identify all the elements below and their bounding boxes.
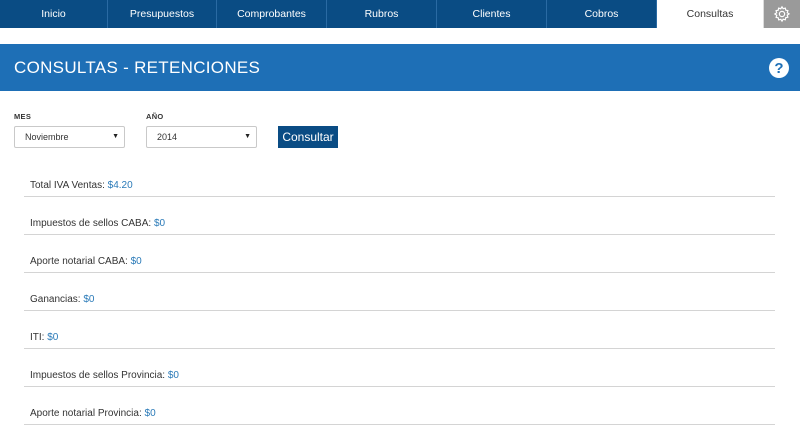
top-nav: Inicio Presupuestos Comprobantes Rubros … [0, 0, 800, 28]
result-row: Aporte notarial Provincia: $0 [24, 387, 775, 425]
tab-rubros[interactable]: Rubros [327, 0, 437, 28]
result-value: $0 [144, 408, 156, 419]
help-icon[interactable]: ? [769, 58, 789, 78]
gear-icon [773, 5, 791, 23]
mes-select-value: Noviembre [25, 132, 69, 142]
result-label: Ganancias: [30, 294, 81, 305]
result-value: $0 [153, 218, 166, 229]
result-label: Aporte notarial CABA: [30, 256, 128, 267]
dropdown-arrow-icon: ▼ [244, 133, 251, 140]
result-row: Aporte notarial CABA: $0 [24, 235, 775, 273]
result-label: Impuestos de sellos Provincia: [30, 370, 166, 381]
page-header: CONSULTAS - RETENCIONES [0, 44, 800, 91]
result-label: Total IVA Ventas: [30, 180, 105, 191]
result-value: $0 [83, 294, 95, 305]
tab-inicio[interactable]: Inicio [0, 0, 108, 28]
result-row: Total IVA Ventas: $4.20 [24, 159, 775, 197]
consultar-button[interactable]: Consultar [278, 126, 338, 148]
result-label: Impuestos de sellos CABA: [30, 218, 152, 229]
page-title: CONSULTAS - RETENCIONES [14, 58, 261, 77]
result-row: Impuestos de sellos Provincia: $0 [24, 349, 775, 387]
result-label: ITI: [30, 332, 45, 343]
result-row: Impuestos de sellos CABA: $0 [24, 197, 775, 235]
tab-consultas[interactable]: Consultas [657, 0, 764, 28]
tab-cobros[interactable]: Cobros [547, 0, 657, 28]
tab-clientes[interactable]: Clientes [437, 0, 547, 28]
anio-select-value: 2014 [157, 132, 178, 142]
tab-presupuestos[interactable]: Presupuestos [108, 0, 217, 28]
dropdown-arrow-icon: ▼ [112, 133, 119, 140]
mes-select[interactable]: Noviembre ▼ [14, 126, 125, 148]
result-label: Aporte notarial Provincia: [30, 408, 142, 419]
result-value: $0 [167, 370, 179, 381]
result-value: $4.20 [107, 180, 133, 191]
result-value: $0 [47, 332, 59, 343]
result-value: $0 [130, 256, 142, 267]
settings-button[interactable] [764, 0, 800, 28]
anio-select[interactable]: 2014 ▼ [146, 126, 257, 148]
mes-label: MES [14, 112, 32, 121]
tab-comprobantes[interactable]: Comprobantes [217, 0, 327, 28]
anio-label: AÑO [146, 112, 164, 121]
result-row: ITI: $0 [24, 311, 775, 349]
result-row: Ganancias: $0 [24, 273, 775, 311]
